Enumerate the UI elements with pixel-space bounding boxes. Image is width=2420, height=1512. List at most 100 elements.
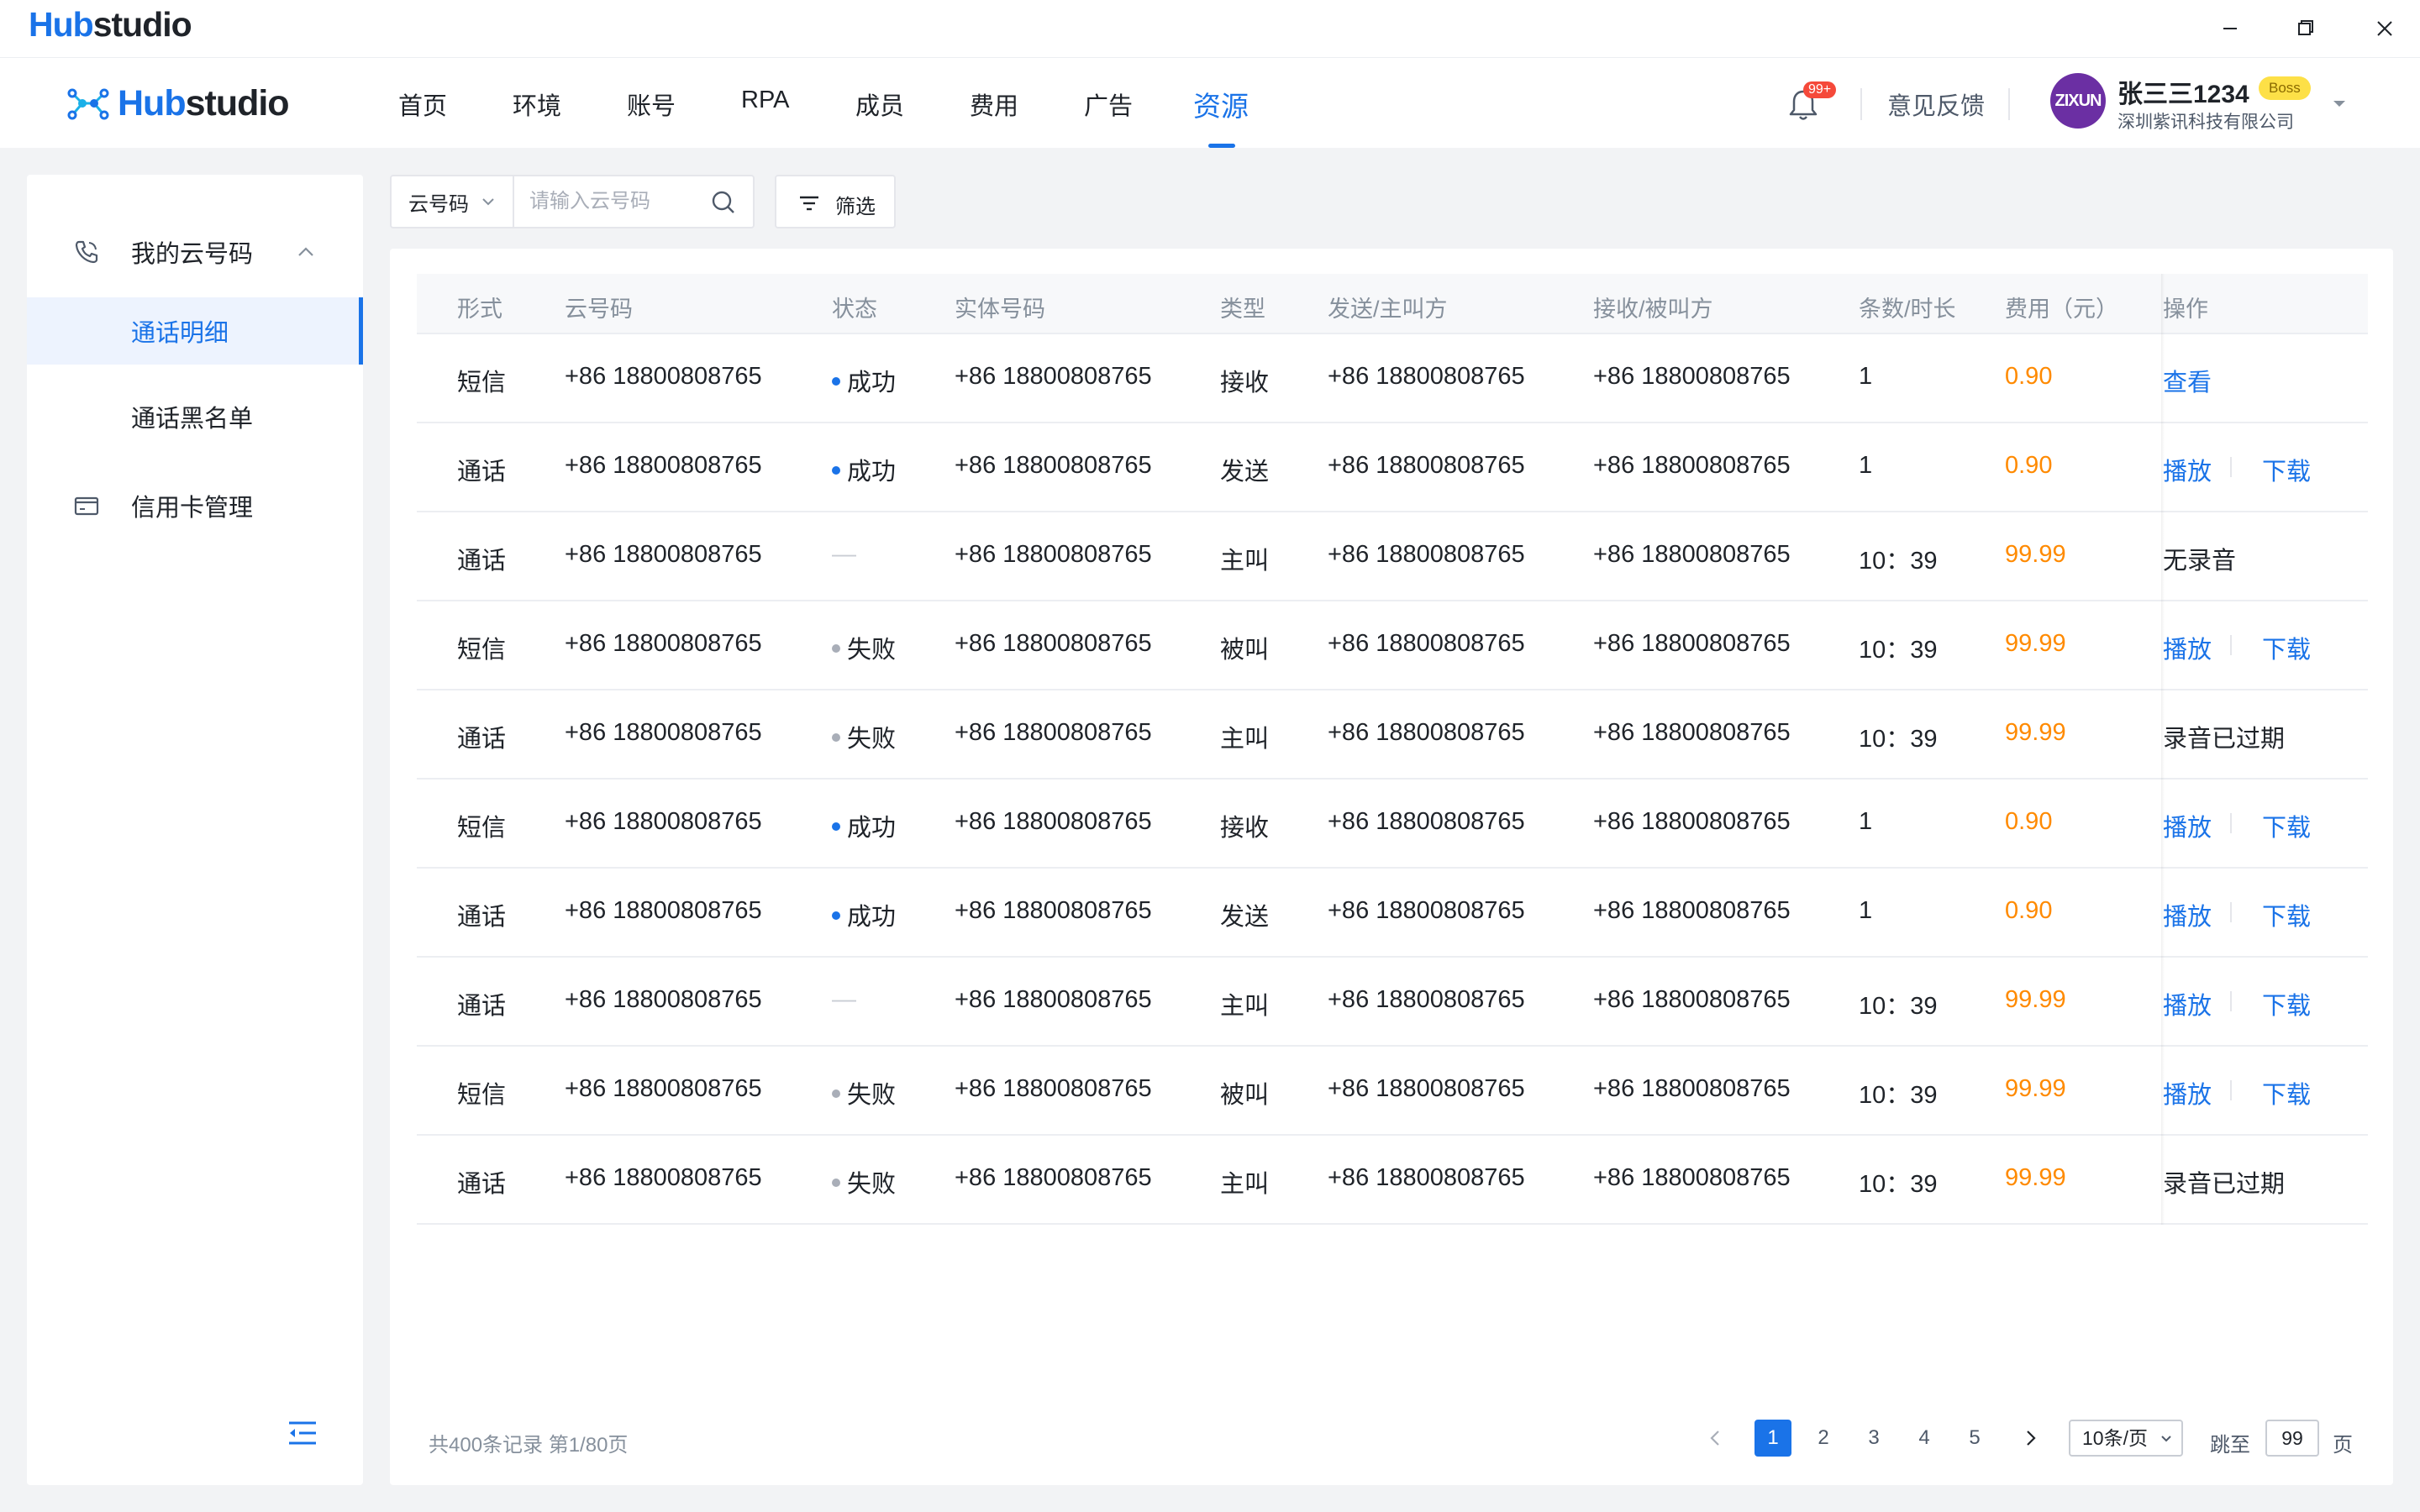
status-dot-icon (832, 466, 840, 475)
cell-fee: 99.99 (2005, 630, 2066, 657)
cell-count-duration: 10：39 (1859, 993, 1938, 1020)
play-link[interactable]: 播放 (2163, 986, 2212, 1021)
next-page-icon[interactable] (2020, 1428, 2040, 1448)
cell-count-duration: 10：39 (1859, 637, 1938, 664)
nav-ads[interactable]: 广告 (1084, 87, 1133, 122)
user-name[interactable]: 张三三1234 (2118, 73, 2249, 110)
view-link[interactable]: 查看 (2163, 363, 2212, 398)
link-divider (2230, 902, 2232, 922)
app-logo[interactable]: Hubstudio (66, 80, 290, 127)
search-type-select[interactable]: 云号码 (392, 176, 514, 227)
cell-type: 发送 (1220, 904, 1270, 931)
nav-members[interactable]: 成员 (855, 87, 904, 122)
cell-caller: +86 18800808765 (1328, 897, 1525, 924)
download-link[interactable]: 下载 (2262, 986, 2311, 1021)
page-size-select[interactable]: 10条/页 (2069, 1420, 2183, 1457)
logo-text-rest: studio (185, 82, 290, 123)
status-text: — (832, 541, 856, 568)
page-button-4[interactable]: 4 (1906, 1420, 1943, 1457)
cell-callee: +86 18800808765 (1593, 541, 1791, 568)
nav-account[interactable]: 账号 (627, 87, 676, 122)
recording-status-text: 录音已过期 (2163, 726, 2286, 753)
feedback-link[interactable]: 意见反馈 (1887, 87, 1985, 122)
table-row: 通话 +86 18800808765 成功 +86 18800808765 发送 +86 … (417, 869, 2368, 958)
sidebar-group-label: 我的云号码 (131, 241, 254, 268)
sidebar-item-credit-card[interactable]: 信用卡管理 (27, 475, 363, 536)
status-dot-icon (832, 644, 840, 654)
avatar[interactable]: ZIXUN (2050, 73, 2106, 129)
download-link[interactable]: 下载 (2262, 808, 2311, 843)
column-header: 状态 (832, 297, 877, 322)
cell-callee: +86 18800808765 (1593, 986, 1791, 1013)
minimize-icon[interactable] (2213, 12, 2247, 45)
cell-real-number: +86 18800808765 (955, 897, 1152, 924)
cell-type: 被叫 (1220, 1082, 1270, 1109)
nav-active-indicator (1208, 144, 1235, 148)
jump-page-input[interactable] (2265, 1420, 2319, 1457)
column-header: 接收/被叫方 (1593, 297, 1713, 322)
play-link[interactable]: 播放 (2163, 897, 2212, 932)
cell-callee: +86 18800808765 (1593, 452, 1791, 479)
cell-form: 通话 (457, 1171, 507, 1198)
sidebar-group-cloud-number[interactable]: 我的云号码 (27, 222, 363, 282)
cell-form: 短信 (457, 637, 507, 664)
search-icon[interactable] (709, 188, 738, 217)
play-link[interactable]: 播放 (2163, 808, 2212, 843)
download-link[interactable]: 下载 (2262, 452, 2311, 487)
play-link[interactable]: 播放 (2163, 452, 2212, 487)
collapse-sidebar-icon[interactable] (286, 1418, 319, 1448)
status-badge: 失败 (832, 630, 896, 665)
cell-count-duration: 10：39 (1859, 1171, 1938, 1198)
status-dot-icon (832, 911, 840, 921)
nav-rpa[interactable]: RPA (741, 87, 789, 114)
cell-form: 通话 (457, 459, 507, 486)
download-link[interactable]: 下载 (2262, 630, 2311, 665)
prev-page-icon[interactable] (1706, 1428, 1726, 1448)
page-button-2[interactable]: 2 (1805, 1420, 1842, 1457)
status-text: 失败 (847, 637, 897, 664)
chevron-up-icon[interactable] (294, 240, 318, 264)
status-badge: 失败 (832, 719, 896, 754)
cell-real-number: +86 18800808765 (955, 986, 1152, 1013)
page-button-5[interactable]: 5 (1956, 1420, 1993, 1457)
nav-resources[interactable]: 资源 (1193, 84, 1249, 124)
cell-form: 通话 (457, 548, 507, 575)
column-header: 发送/主叫方 (1328, 297, 1448, 322)
caret-down-icon[interactable] (2329, 97, 2349, 110)
column-header: 条数/时长 (1859, 297, 1956, 322)
table-row: 通话 +86 18800808765 失败 +86 18800808765 主叫 +86 … (417, 1136, 2368, 1225)
window-title: Hubstudio (29, 5, 192, 45)
page-button-1[interactable]: 1 (1754, 1420, 1791, 1457)
cell-cloud-number: +86 18800808765 (565, 986, 762, 1013)
status-badge: 成功 (832, 897, 896, 932)
cell-count-duration: 10：39 (1859, 726, 1938, 753)
play-link[interactable]: 播放 (2163, 1075, 2212, 1110)
sidebar-item-call-details[interactable]: 通话明细 (27, 297, 363, 365)
cell-fee: 0.90 (2005, 452, 2053, 479)
restore-icon[interactable] (2289, 12, 2323, 45)
close-icon[interactable] (2368, 12, 2402, 45)
download-link[interactable]: 下载 (2262, 897, 2311, 932)
cell-type: 主叫 (1220, 548, 1270, 575)
nav-home[interactable]: 首页 (398, 87, 447, 122)
nav-fees[interactable]: 费用 (970, 87, 1018, 122)
sidebar: 我的云号码 通话明细 通话黑名单 信用卡管理 (27, 175, 363, 1485)
cell-fee: 99.99 (2005, 719, 2066, 746)
play-link[interactable]: 播放 (2163, 630, 2212, 665)
total-records: 共400条记录 第1/80页 (429, 1434, 629, 1457)
cell-caller: +86 18800808765 (1328, 541, 1525, 568)
search-input[interactable] (516, 176, 709, 227)
chevron-down-icon (482, 198, 494, 206)
cell-caller: +86 18800808765 (1328, 363, 1525, 390)
cell-type: 主叫 (1220, 993, 1270, 1020)
filter-button[interactable]: 筛选 (775, 175, 896, 228)
sidebar-item-call-blacklist[interactable]: 通话黑名单 (27, 383, 363, 450)
cell-callee: +86 18800808765 (1593, 897, 1791, 924)
phone-icon (75, 240, 98, 264)
page-button-3[interactable]: 3 (1855, 1420, 1892, 1457)
cell-cloud-number: +86 18800808765 (565, 1075, 762, 1102)
status-dot-icon (832, 1089, 840, 1099)
status-badge: 成功 (832, 808, 896, 843)
nav-environment[interactable]: 环境 (513, 87, 561, 122)
download-link[interactable]: 下载 (2262, 1075, 2311, 1110)
